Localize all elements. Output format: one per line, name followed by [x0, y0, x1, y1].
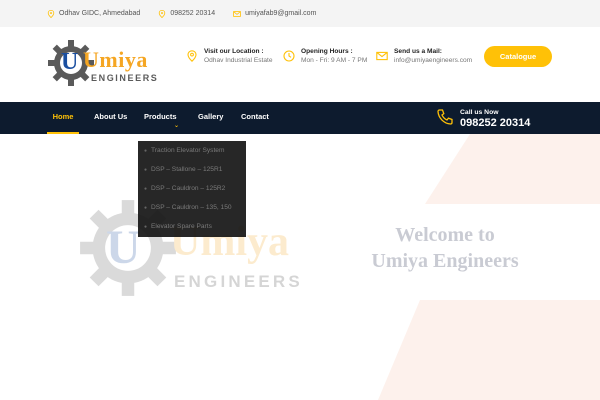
hero-welcome-heading: Welcome to Umiya Engineers	[340, 222, 550, 274]
bullet-icon: ●	[144, 205, 148, 211]
header-hours: Opening Hours : Mon - Fri: 9 AM - 7 PM	[283, 48, 367, 64]
bullet-icon: ●	[144, 167, 148, 173]
nav-item-home[interactable]: Home	[47, 102, 79, 134]
logo-subtitle: ENGINEERS	[91, 73, 159, 83]
main-nav: Home About Us Products ⌄ Gallery Contact…	[0, 102, 600, 134]
header-location: Visit our Location : Odhav Industrial Es…	[186, 48, 273, 64]
map-pin-icon	[186, 50, 198, 62]
dropdown-item[interactable]: ● DSP – Cauldron – 125R2	[144, 185, 225, 192]
logo-letter: U	[61, 49, 79, 75]
bullet-icon: ●	[144, 148, 148, 154]
dropdown-item-label: DSP – Cauldron – 135, 150	[151, 204, 232, 211]
hours-title: Opening Hours :	[301, 48, 353, 55]
call-number[interactable]: 098252 20314	[460, 117, 530, 129]
dropdown-item-label: DSP – Stallone – 125R1	[151, 166, 223, 173]
catalogue-button[interactable]: Catalogue	[484, 46, 552, 67]
site-logo[interactable]: U Umiya ENGINEERS	[47, 37, 165, 91]
dropdown-item-label: DSP – Cauldron – 125R2	[151, 185, 226, 192]
topbar-phone[interactable]: 098252 20314	[158, 9, 215, 18]
map-pin-icon	[47, 9, 55, 18]
dropdown-item[interactable]: ● Traction Elevator System	[144, 147, 224, 154]
topbar-address: Odhav GIDC, Ahmedabad	[47, 9, 141, 18]
welcome-line-1: Welcome to	[395, 224, 495, 246]
nav-item-about-us[interactable]: About Us	[94, 102, 127, 134]
nav-item-products-label: Products	[144, 112, 177, 121]
nav-item-products[interactable]: Products ⌄	[144, 102, 179, 134]
topbar-email-text[interactable]: umiyafab9@gmail.com	[245, 10, 316, 17]
welcome-line-2: Umiya Engineers	[371, 250, 519, 272]
phone-icon	[436, 108, 454, 126]
products-dropdown-menu: ● Traction Elevator System ● DSP – Stallon…	[138, 141, 246, 237]
dropdown-item-label: Elevator Spare Parts	[151, 223, 212, 230]
bullet-icon: ●	[144, 224, 148, 230]
location-title: Visit our Location :	[204, 48, 264, 55]
hours-value: Mon - Fri: 9 AM - 7 PM	[301, 57, 368, 64]
mail-title: Send us a Mail:	[394, 48, 442, 55]
location-value: Odhav Industrial Estate	[204, 57, 273, 64]
bullet-icon: ●	[144, 186, 148, 192]
call-us-now[interactable]: Call us Now 098252 20314	[436, 108, 530, 129]
dropdown-item[interactable]: ● DSP – Cauldron – 135, 150	[144, 204, 232, 211]
top-info-bar: Odhav GIDC, Ahmedabad 098252 20314 umiya…	[0, 0, 600, 27]
dropdown-item[interactable]: ● Elevator Spare Parts	[144, 223, 212, 230]
call-label: Call us Now	[460, 109, 499, 116]
envelope-icon	[233, 10, 241, 18]
topbar-address-text: Odhav GIDC, Ahmedabad	[59, 10, 141, 17]
mail-value[interactable]: info@umiyaengineers.com	[394, 57, 472, 64]
hero-banner: U Umiya ENGINEERS Welcome to Umiya Engin…	[0, 134, 600, 400]
header-mail: Send us a Mail: info@umiyaengineers.com	[376, 48, 472, 64]
site-header: U Umiya ENGINEERS Visit our Location : O…	[0, 27, 600, 102]
logo-brand-text: Umiya	[83, 47, 148, 72]
topbar-email[interactable]: umiyafab9@gmail.com	[233, 10, 316, 18]
hero-logo-letter: U	[106, 221, 141, 274]
dropdown-item[interactable]: ● DSP – Stallone – 125R1	[144, 166, 222, 173]
nav-item-gallery[interactable]: Gallery	[198, 102, 223, 134]
topbar-phone-text[interactable]: 098252 20314	[170, 10, 215, 17]
envelope-icon	[376, 50, 388, 62]
phone-icon	[158, 9, 166, 18]
hero-logo-subtitle: ENGINEERS	[174, 272, 303, 291]
nav-item-contact[interactable]: Contact	[241, 102, 269, 134]
clock-icon	[283, 50, 295, 62]
dropdown-item-label: Traction Elevator System	[151, 147, 225, 154]
